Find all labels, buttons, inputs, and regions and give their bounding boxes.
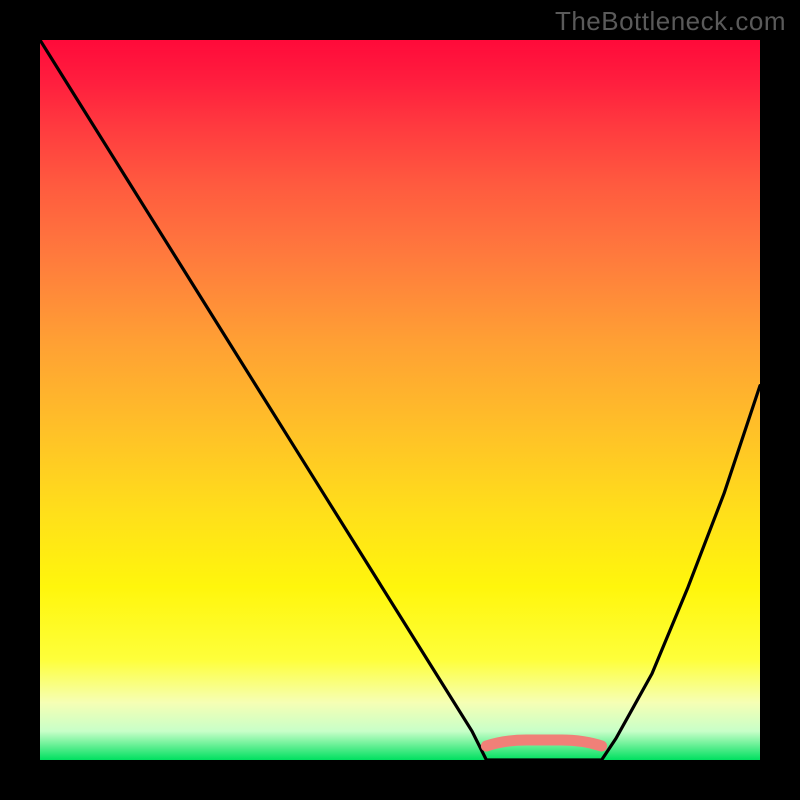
bottleneck-curve bbox=[40, 40, 760, 760]
plateau-segment bbox=[486, 740, 601, 746]
chart-svg bbox=[40, 40, 760, 760]
chart-frame: TheBottleneck.com bbox=[0, 0, 800, 800]
plot-area bbox=[40, 40, 760, 760]
watermark-text: TheBottleneck.com bbox=[555, 6, 786, 37]
